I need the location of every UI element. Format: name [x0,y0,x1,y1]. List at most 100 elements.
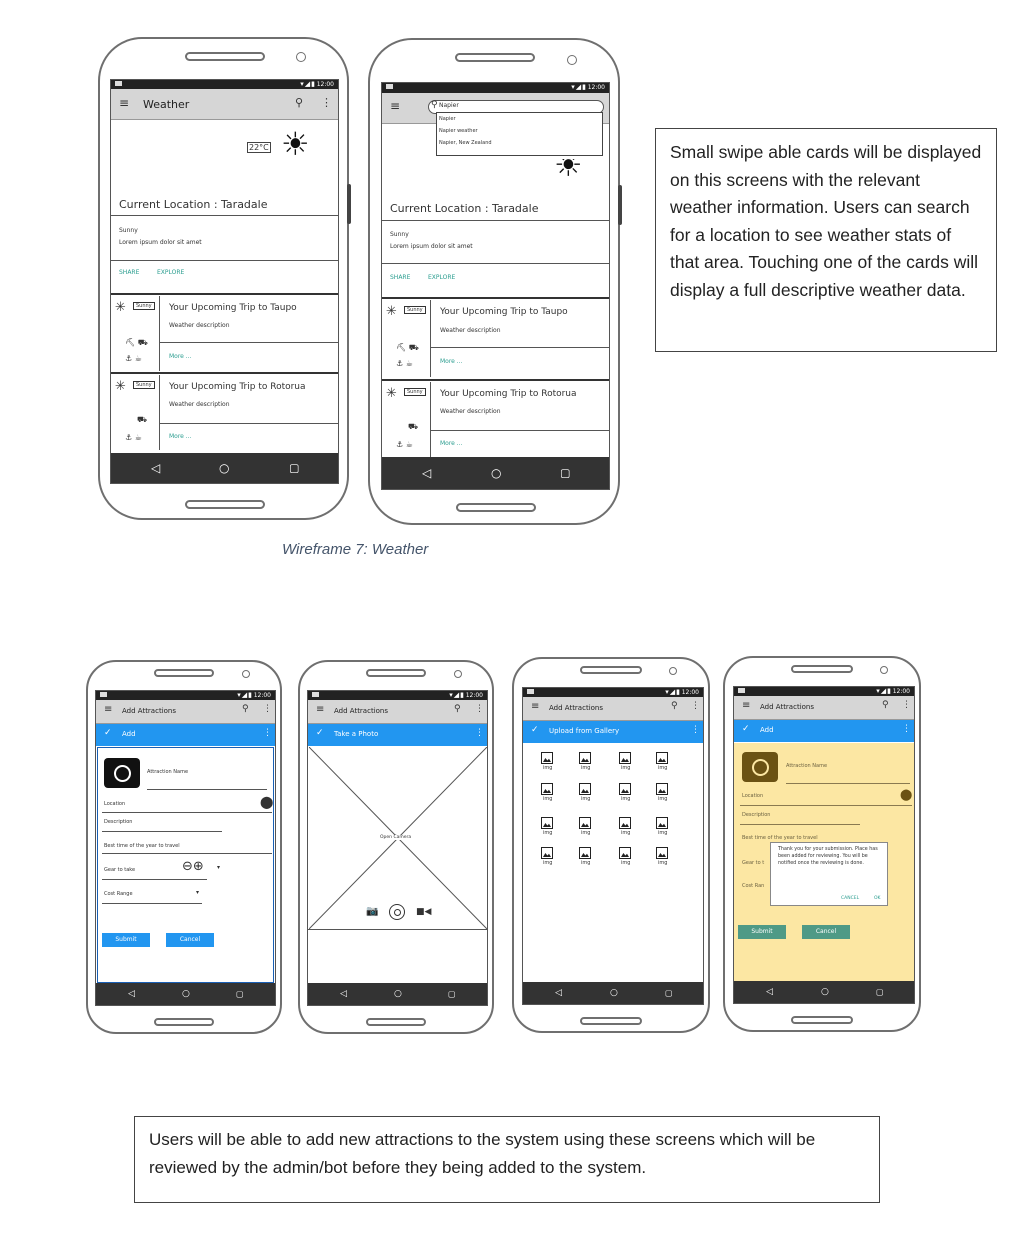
notification-icon [527,689,534,694]
back-icon[interactable]: ◁ [422,466,431,480]
recents-icon[interactable]: ▢ [289,462,299,475]
home-icon[interactable]: ○ [182,989,190,999]
image-icon[interactable] [579,817,591,829]
menu-icon[interactable]: ≡ [742,700,750,711]
camera-icon[interactable] [742,752,778,782]
camera-icon[interactable] [104,758,140,788]
dialog-ok-button[interactable]: OK [874,896,881,901]
home-icon[interactable]: ○ [394,989,402,999]
more-vert-icon[interactable]: ⋮ [263,728,272,738]
recents-icon[interactable]: ▢ [560,467,570,480]
more-vert-icon[interactable]: ⋮ [902,724,911,734]
more-link[interactable]: More ... [169,353,192,360]
location-pin-icon[interactable]: ⬤ [900,788,912,801]
image-icon[interactable] [656,847,668,859]
video-camera-icon[interactable]: ■◀ [416,907,431,917]
back-icon[interactable]: ◁ [151,461,160,475]
image-icon[interactable] [579,783,591,795]
suggestion-item[interactable]: Napier, New Zealand [439,140,492,146]
image-icon[interactable] [541,817,553,829]
menu-icon[interactable]: ≡ [316,704,324,715]
check-icon[interactable]: ✓ [316,728,324,738]
back-icon[interactable]: ◁ [766,987,773,997]
image-icon[interactable] [541,847,553,859]
cancel-button[interactable]: Cancel [802,925,850,939]
status-time: 12:00 [465,692,483,699]
more-link[interactable]: More ... [440,440,463,447]
attraction-name-field[interactable] [147,789,267,790]
gear-field[interactable] [102,879,207,880]
image-icon[interactable] [619,817,631,829]
image-icon[interactable] [656,783,668,795]
menu-icon[interactable]: ≡ [104,704,112,715]
search-icon[interactable]: ⚲ [454,704,461,714]
attraction-name-field[interactable] [786,783,910,784]
chevron-down-icon[interactable]: ▾ [196,889,199,896]
image-icon[interactable] [619,783,631,795]
image-icon[interactable] [619,847,631,859]
image-icon[interactable] [541,752,553,764]
dialog-cancel-button[interactable]: CANCEL [841,896,859,901]
image-icon[interactable] [656,817,668,829]
cost-range-field[interactable] [102,903,202,904]
submit-button[interactable]: Submit [102,933,150,947]
more-link[interactable]: More ... [440,358,463,365]
location-field[interactable] [102,812,272,813]
description-field[interactable] [102,831,222,832]
suggestions-dropdown: Napier Napier weather Napier, New Zealan… [436,112,603,156]
sun-icon: ✳ [115,379,126,394]
back-icon[interactable]: ◁ [555,988,562,998]
back-icon[interactable]: ◁ [128,989,135,999]
shutter-button[interactable] [389,904,405,920]
more-vert-icon[interactable]: ⋮ [475,728,484,738]
suggestion-item[interactable]: Napier weather [439,128,478,134]
recents-icon[interactable]: ▢ [665,989,673,998]
home-icon[interactable]: ○ [491,466,501,480]
explore-button[interactable]: EXPLORE [157,269,184,276]
chevron-down-icon[interactable]: ▾ [217,864,220,871]
share-button[interactable]: SHARE [390,274,410,281]
search-icon[interactable]: ⚲ [882,700,889,710]
image-icon[interactable] [579,847,591,859]
image-icon[interactable] [579,752,591,764]
explore-button[interactable]: EXPLORE [428,274,455,281]
menu-icon[interactable]: ≡ [531,701,539,712]
recents-icon[interactable]: ▢ [236,990,244,999]
check-icon[interactable]: ✓ [531,725,539,735]
search-icon[interactable]: ⚲ [295,96,303,109]
back-icon[interactable]: ◁ [340,989,347,999]
search-icon[interactable]: ⚲ [242,704,249,714]
menu-icon[interactable]: ≡ [390,99,400,113]
more-link[interactable]: More ... [169,433,192,440]
description-field[interactable] [740,824,860,825]
check-icon[interactable]: ✓ [742,724,750,734]
location-field[interactable] [740,805,912,806]
stepper-icon[interactable]: ⊖⊕ [182,859,204,874]
location-pin-icon[interactable]: ⬤ [260,795,273,809]
app-bar: ≡ Add Attractions ⚲ ⋮ [523,697,703,721]
recents-icon[interactable]: ▢ [876,988,884,997]
home-icon[interactable]: ○ [219,461,229,475]
home-icon[interactable]: ○ [821,987,829,997]
share-button[interactable]: SHARE [119,269,139,276]
search-icon[interactable]: ⚲ [671,701,678,711]
image-icon[interactable] [619,752,631,764]
more-vert-icon[interactable]: ⋮ [691,701,700,711]
best-time-field[interactable] [102,853,272,854]
recents-icon[interactable]: ▢ [448,990,456,999]
photo-camera-icon[interactable]: 📷 [366,906,378,917]
home-icon[interactable]: ○ [610,988,618,998]
suggestion-item[interactable]: Napier [439,116,456,122]
submit-button[interactable]: Submit [738,925,786,939]
more-vert-icon[interactable]: ⋮ [321,96,332,109]
menu-icon[interactable]: ≡ [119,96,129,110]
more-vert-icon[interactable]: ⋮ [902,700,911,710]
cancel-button[interactable]: Cancel [166,933,214,947]
more-vert-icon[interactable]: ⋮ [263,704,272,714]
more-vert-icon[interactable]: ⋮ [475,704,484,714]
image-icon[interactable] [656,752,668,764]
more-vert-icon[interactable]: ⋮ [691,725,700,735]
check-icon[interactable]: ✓ [104,728,112,738]
image-icon[interactable] [541,783,553,795]
divider [430,300,431,377]
